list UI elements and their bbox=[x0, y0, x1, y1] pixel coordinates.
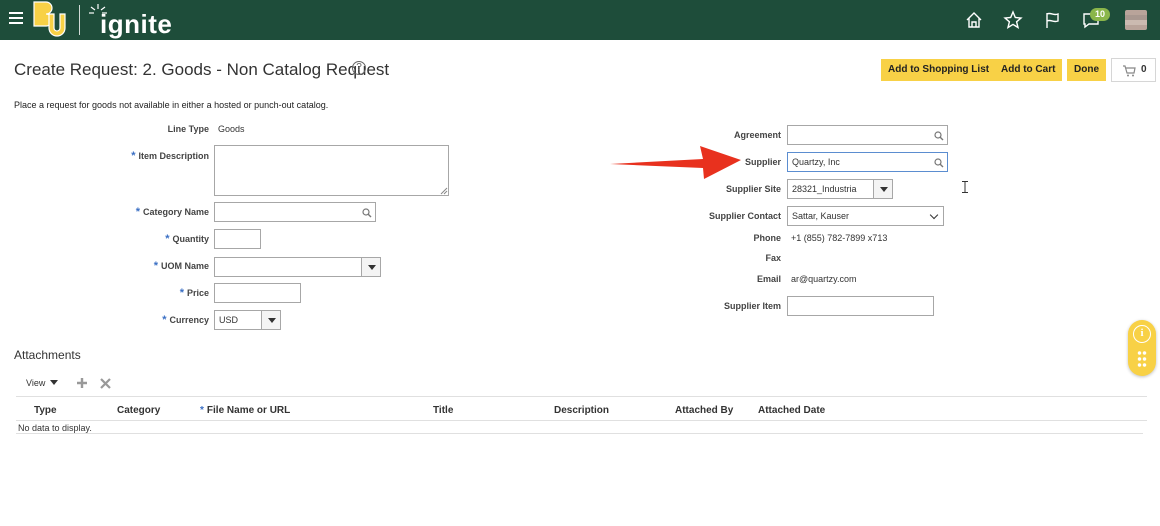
star-icon[interactable] bbox=[1002, 9, 1024, 31]
email-label: Email bbox=[756, 274, 781, 284]
supplier-site-dropdown-button[interactable] bbox=[873, 179, 893, 199]
search-icon[interactable] bbox=[934, 158, 944, 168]
chevron-down-icon bbox=[49, 380, 58, 385]
required-marker: * bbox=[131, 150, 136, 162]
line-type-label: Line Type bbox=[167, 124, 209, 134]
item-description-label: * Item Description bbox=[100, 150, 209, 162]
top-bar: ignite 10 bbox=[0, 0, 1160, 40]
fax-label: Fax bbox=[765, 253, 781, 263]
agreement-field[interactable] bbox=[787, 125, 948, 145]
supplier-contact-value: Sattar, Kauser bbox=[792, 211, 850, 221]
supplier-site-field[interactable]: 28321_Industria bbox=[787, 179, 874, 199]
brand-name: ignite bbox=[100, 9, 173, 39]
home-icon[interactable] bbox=[963, 9, 985, 31]
uom-name-label-text: UOM Name bbox=[160, 261, 209, 271]
price-label: * Price bbox=[120, 287, 209, 299]
cart-icon bbox=[1123, 65, 1136, 77]
avatar[interactable] bbox=[1125, 10, 1147, 30]
email-value: ar@quartzy.com bbox=[791, 274, 857, 284]
category-name-label: * Category Name bbox=[100, 206, 209, 218]
search-icon[interactable] bbox=[362, 208, 372, 218]
empty-table-message: No data to display. bbox=[18, 423, 92, 433]
delete-icon[interactable] bbox=[100, 378, 111, 389]
bu-logo[interactable] bbox=[31, 0, 69, 40]
supplier-contact-select[interactable]: Sattar, Kauser bbox=[787, 206, 944, 226]
supplier-item-field[interactable] bbox=[787, 296, 934, 316]
quantity-label: * Quantity bbox=[120, 233, 209, 245]
table-header-border bbox=[16, 420, 1147, 421]
view-menu[interactable]: View bbox=[26, 378, 58, 388]
column-header-category[interactable]: Category bbox=[117, 405, 160, 416]
column-header-attached-by[interactable]: Attached By bbox=[675, 405, 733, 416]
column-header-file-name-text: File Name or URL bbox=[206, 405, 291, 416]
menu-icon[interactable] bbox=[9, 12, 23, 26]
column-header-description[interactable]: Description bbox=[554, 405, 609, 416]
supplier-site-label: Supplier Site bbox=[725, 184, 781, 194]
cart-button[interactable]: 0 bbox=[1111, 58, 1156, 82]
done-button[interactable]: Done bbox=[1067, 59, 1106, 81]
currency-label-text: Currency bbox=[169, 315, 209, 325]
info-icon: i bbox=[1133, 325, 1151, 343]
supplier-field[interactable]: Quartzy, Inc bbox=[787, 152, 948, 172]
price-field[interactable] bbox=[214, 283, 301, 303]
price-label-text: Price bbox=[186, 288, 209, 298]
required-marker: * bbox=[179, 287, 184, 299]
currency-dropdown-button[interactable] bbox=[261, 310, 281, 330]
required-marker: * bbox=[135, 206, 140, 218]
uom-name-field[interactable] bbox=[214, 257, 362, 277]
supplier-contact-label: Supplier Contact bbox=[708, 211, 781, 221]
supplier-item-label: Supplier Item bbox=[723, 301, 781, 311]
category-name-field[interactable] bbox=[214, 202, 376, 222]
attachments-heading: Attachments bbox=[14, 348, 81, 362]
resize-handle-icon bbox=[440, 187, 448, 195]
add-to-shopping-list-button[interactable]: Add to Shopping List bbox=[881, 59, 997, 81]
required-marker: * bbox=[200, 405, 204, 416]
category-name-label-text: Category Name bbox=[142, 207, 209, 217]
supplier-value: Quartzy, Inc bbox=[792, 157, 840, 167]
column-header-file-name[interactable]: * File Name or URL bbox=[200, 405, 290, 416]
required-marker: * bbox=[162, 314, 167, 326]
floating-help-widget[interactable]: i bbox=[1128, 320, 1156, 376]
add-to-cart-button[interactable]: Add to Cart bbox=[994, 59, 1063, 81]
help-icon[interactable]: ? bbox=[352, 61, 366, 75]
logo-divider bbox=[79, 5, 80, 35]
column-header-attached-date[interactable]: Attached Date bbox=[758, 405, 825, 416]
currency-field[interactable]: USD bbox=[214, 310, 262, 330]
page-description: Place a request for goods not available … bbox=[14, 100, 329, 110]
required-marker: * bbox=[165, 233, 170, 245]
text-cursor-icon bbox=[962, 181, 968, 193]
uom-name-label: * UOM Name bbox=[120, 260, 209, 272]
flag-icon[interactable] bbox=[1041, 9, 1063, 31]
view-menu-label: View bbox=[26, 378, 46, 388]
uom-dropdown-button[interactable] bbox=[361, 257, 381, 277]
agreement-label: Agreement bbox=[733, 130, 781, 140]
notification-badge: 10 bbox=[1090, 8, 1110, 21]
column-header-title[interactable]: Title bbox=[433, 405, 453, 416]
supplier-site-value: 28321_Industria bbox=[792, 184, 857, 194]
drag-handle-icon[interactable] bbox=[1137, 350, 1147, 368]
required-marker: * bbox=[153, 260, 158, 272]
line-type-value: Goods bbox=[218, 124, 245, 134]
currency-label: * Currency bbox=[120, 314, 209, 326]
table-top-border bbox=[16, 396, 1147, 397]
phone-label: Phone bbox=[753, 233, 781, 243]
cart-count: 0 bbox=[1141, 64, 1147, 75]
add-icon[interactable] bbox=[76, 377, 88, 389]
search-icon[interactable] bbox=[934, 131, 944, 141]
quantity-field[interactable] bbox=[214, 229, 261, 249]
table-bottom-border bbox=[16, 433, 1143, 434]
item-description-label-text: Item Description bbox=[138, 151, 209, 161]
item-description-field[interactable] bbox=[214, 145, 449, 196]
annotation-arrow bbox=[610, 146, 741, 179]
page-title: Create Request: 2. Goods - Non Catalog R… bbox=[14, 60, 390, 79]
currency-value: USD bbox=[219, 315, 239, 325]
quantity-label-text: Quantity bbox=[172, 234, 209, 244]
column-header-type[interactable]: Type bbox=[34, 405, 57, 416]
phone-value: +1 (855) 782-7899 x713 bbox=[791, 233, 888, 243]
